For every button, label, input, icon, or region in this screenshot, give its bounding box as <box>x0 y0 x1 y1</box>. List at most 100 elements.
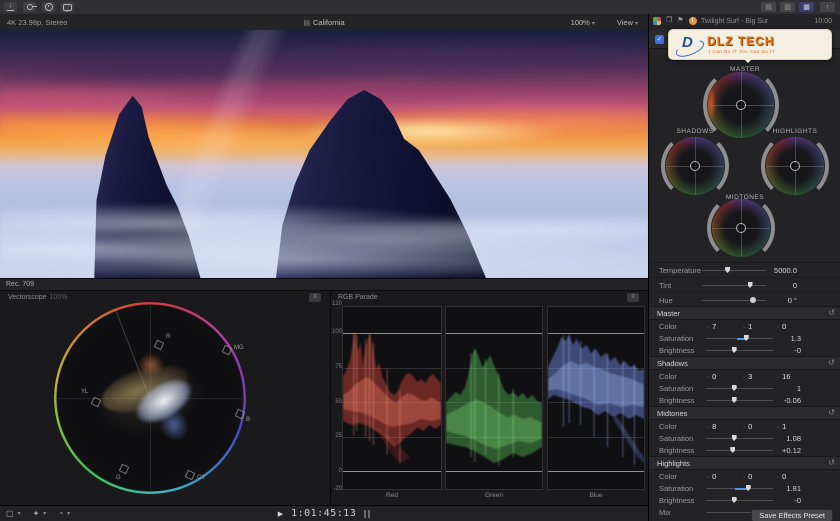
highlights-color-wheel[interactable] <box>761 132 829 200</box>
shadows-section-header[interactable]: Shadows ↺ <box>649 356 840 370</box>
temperature-thumb[interactable] <box>725 267 731 273</box>
reset-icon[interactable]: ↺ <box>828 358 835 367</box>
background-tasks-button[interactable] <box>42 2 55 12</box>
viewer-title: ▤ California <box>0 18 648 27</box>
info-inspector-icon[interactable]: i <box>688 17 697 25</box>
midtones-color-row: Color ◦ 8 ◦ 0 ◦ 1 <box>659 422 787 431</box>
shadows-brightness-slider[interactable] <box>706 397 773 403</box>
reset-icon[interactable]: ↺ <box>828 458 835 467</box>
clip-duration-label: 10:00 <box>814 18 832 25</box>
share-button[interactable]: ↑ <box>820 2 835 12</box>
master-section-header[interactable]: Master ↺ <box>649 306 840 320</box>
highlights-wheel-puck[interactable] <box>790 161 800 171</box>
browser-view-button[interactable]: ▤ <box>761 2 776 12</box>
master-brightness-slider[interactable] <box>706 347 773 353</box>
highlights-color-b[interactable]: ◦ 0 <box>777 472 786 481</box>
master-saturation-row: Saturation 1.3 <box>659 334 801 343</box>
shadows-color-r[interactable]: ◦ 0 <box>707 372 716 381</box>
shadows-brightness-thumb[interactable] <box>731 397 737 403</box>
midtones-wheel-puck[interactable] <box>736 223 746 233</box>
midtones-brightness-value[interactable]: +0.12 <box>782 446 801 455</box>
highlights-color-g[interactable]: ◦ 0 <box>743 472 752 481</box>
highlights-brightness-value[interactable]: -0 <box>794 496 801 505</box>
midtones-brightness-thumb[interactable] <box>730 447 736 453</box>
import-icon: ↓ <box>7 2 14 11</box>
keywords-button[interactable] <box>23 2 37 12</box>
hue-value[interactable]: 0 ° <box>788 296 797 305</box>
scale-100: 100 <box>331 329 342 335</box>
master-brightness-value[interactable]: -0 <box>794 346 801 355</box>
viewer-header: 4K 23.98p, Stereo ▤ California 100% ▾ View… <box>0 14 648 31</box>
red-channel-label: Red <box>386 492 398 499</box>
blue-waveform <box>547 306 645 490</box>
shadows-brightness-value[interactable]: -0.06 <box>784 396 801 405</box>
midtones-brightness-slider[interactable] <box>706 447 773 453</box>
import-button[interactable]: ↓ <box>4 2 17 12</box>
video-inspector-icon[interactable]: ❐ <box>666 17 672 25</box>
highlights-saturation-value[interactable]: 1.81 <box>786 484 801 493</box>
highlights-saturation-thumb[interactable] <box>745 485 751 491</box>
tint-slider[interactable] <box>702 282 766 288</box>
temperature-value[interactable]: 5000.0 <box>774 266 797 275</box>
midtones-color-wheel[interactable] <box>707 194 775 262</box>
parade-settings-button[interactable]: ≡ <box>627 293 639 302</box>
highlights-color-r[interactable]: ◦ 0 <box>707 472 716 481</box>
inspector-icon: ▦ <box>803 4 810 11</box>
highlights-saturation-slider[interactable] <box>706 485 773 491</box>
highlights-brightness-thumb[interactable] <box>731 497 737 503</box>
scale-25: 25 <box>335 433 342 439</box>
dlz-logo-icon: D <box>673 33 707 61</box>
midtones-saturation-thumb[interactable] <box>731 435 737 441</box>
frame-step-buttons[interactable] <box>364 509 371 518</box>
save-effects-preset-button[interactable]: Save Effects Preset <box>751 509 833 521</box>
highlights-saturation-row: Saturation 1.81 <box>659 484 801 493</box>
master-saturation-slider[interactable] <box>706 335 773 341</box>
midtones-section-header[interactable]: Midtones ↺ <box>649 406 840 420</box>
shadows-wheel-puck[interactable] <box>690 161 700 171</box>
hue-slider[interactable] <box>702 296 766 304</box>
midtones-saturation-value[interactable]: 1.08 <box>786 434 801 443</box>
midtones-brightness-row: Brightness +0.12 <box>659 446 801 455</box>
shadows-saturation-value[interactable]: 1 <box>797 384 801 393</box>
midtones-color-r[interactable]: ◦ 8 <box>707 422 716 431</box>
shadows-color-wheel[interactable] <box>661 132 729 200</box>
red-waveform <box>342 306 442 490</box>
master-color-g[interactable]: ◦ 1 <box>743 322 752 331</box>
highlights-section-header[interactable]: Highlights ↺ <box>649 456 840 470</box>
feedback-button[interactable] <box>61 2 74 12</box>
timeline-view-button[interactable]: ▥ <box>780 2 795 12</box>
viewer-zoom-menu[interactable]: 100% ▾ <box>571 18 595 27</box>
color-inspector-icon[interactable] <box>653 17 661 25</box>
settings-icon: ≡ <box>631 294 635 300</box>
master-color-r[interactable]: ◦ 7 <box>707 322 716 331</box>
shadows-saturation-thumb[interactable] <box>731 385 737 391</box>
master-color-b[interactable]: ◦ 0 <box>777 322 786 331</box>
master-saturation-value[interactable]: 1.3 <box>791 334 801 343</box>
master-brightness-thumb[interactable] <box>731 347 737 353</box>
midtones-saturation-slider[interactable] <box>706 435 773 441</box>
watermark-tagline: I Can Do IT You Can Do IT <box>709 49 775 54</box>
viewer-view-menu[interactable]: View ▾ <box>617 18 638 27</box>
temperature-slider[interactable] <box>702 267 766 273</box>
film-icon: ▤ <box>303 20 310 27</box>
play-button[interactable]: ▶ <box>278 510 283 518</box>
shadows-color-b[interactable]: ◦ 16 <box>777 372 790 381</box>
shadows-brightness-row: Brightness -0.06 <box>659 396 801 405</box>
shadows-saturation-slider[interactable] <box>706 385 773 391</box>
master-saturation-thumb[interactable] <box>743 335 749 341</box>
highlights-brightness-slider[interactable] <box>706 497 773 503</box>
hue-knob[interactable] <box>749 296 758 304</box>
shadows-color-g[interactable]: ◦ 3 <box>743 372 752 381</box>
midtones-color-b[interactable]: ◦ 1 <box>777 422 786 431</box>
effect-enable-checkbox[interactable]: ✓ <box>655 35 664 44</box>
tint-value[interactable]: 0 <box>793 281 797 290</box>
midtones-color-g[interactable]: ◦ 0 <box>743 422 752 431</box>
reset-icon[interactable]: ↺ <box>828 408 835 417</box>
inspector-view-button[interactable]: ▦ <box>799 2 814 12</box>
master-wheel-puck[interactable] <box>736 100 746 110</box>
flag-icon[interactable]: ⚑ <box>677 17 683 25</box>
blue-channel-label: Blue <box>589 492 603 499</box>
reset-icon[interactable]: ↺ <box>828 308 835 317</box>
tint-thumb[interactable] <box>747 282 753 288</box>
chat-icon <box>63 3 72 12</box>
